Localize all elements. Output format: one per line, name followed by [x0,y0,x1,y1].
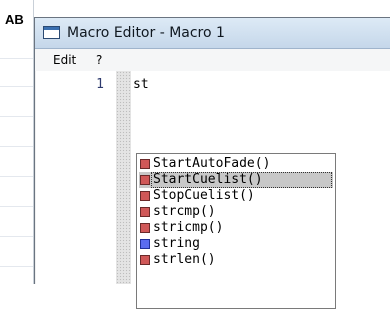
autocomplete-item-label: strcmp() [153,204,216,219]
function-icon [140,207,150,217]
window-title: Macro Editor - Macro 1 [67,25,225,41]
focus-outline [151,172,332,188]
function-icon [140,159,150,169]
autocomplete-item-label: stricmp() [153,220,224,235]
window-icon [43,26,60,39]
title-bar[interactable]: Macro Editor - Macro 1 [35,18,390,49]
function-icon [140,255,150,265]
autocomplete-item-label: string [153,236,200,251]
autocomplete-item[interactable]: strcmp() [139,204,333,220]
autocomplete-item[interactable]: string [139,236,333,252]
autocomplete-item[interactable]: StopCuelist() [139,188,333,204]
autocomplete-item-label: strlen() [153,252,216,267]
autocomplete-item-label: StartAutoFade() [153,156,271,171]
type-icon [140,239,150,249]
line-number-gutter: 1 [36,71,114,284]
menu-help[interactable]: ? [94,53,104,67]
autocomplete-item[interactable]: StartAutoFade() [139,156,333,172]
code-line[interactable]: st [133,77,149,92]
function-icon [140,191,150,201]
menu-edit[interactable]: Edit [51,53,78,67]
autocomplete-item[interactable]: stricmp() [139,220,333,236]
autocomplete-item[interactable]: StartCuelist() [139,172,333,188]
menu-bar: Edit ? [35,49,390,71]
fold-margin [116,71,131,284]
code-editor[interactable]: 1 st StartAutoFade() StartCuelist() StopCu… [36,71,390,309]
autocomplete-item[interactable]: strlen() [139,252,333,268]
function-icon [140,223,150,233]
line-number: 1 [96,77,104,92]
macro-editor-window: Macro Editor - Macro 1 Edit ? 1 st Start… [34,17,390,309]
function-icon [140,175,150,185]
background-label: AB [5,12,24,27]
autocomplete-item-label: StopCuelist() [153,188,255,203]
autocomplete-popup: StartAutoFade() StartCuelist() StopCuelist… [136,153,336,309]
